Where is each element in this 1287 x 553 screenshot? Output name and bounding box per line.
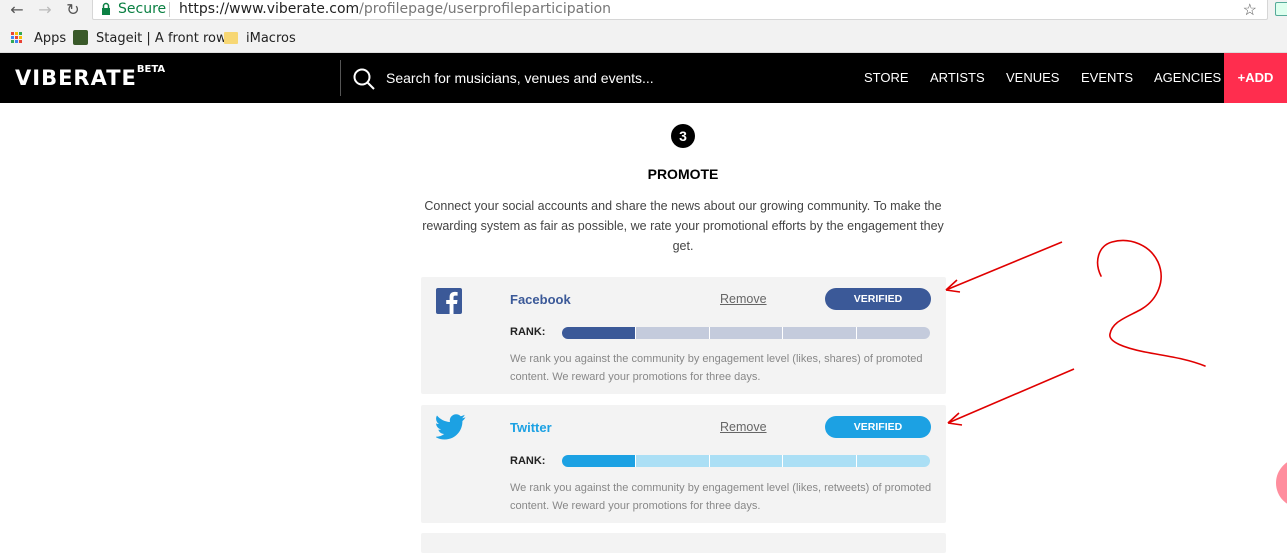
address-bar[interactable]: Secure https://www.viberate.com/profilep… xyxy=(92,0,1268,20)
bookmark-apps[interactable]: Apps xyxy=(34,31,66,46)
verified-button[interactable]: VERIFIED xyxy=(825,416,931,438)
rank-label: RANK: xyxy=(510,326,546,338)
url-host: https://www.viberate.com xyxy=(179,1,360,17)
verified-button[interactable]: VERIFIED xyxy=(825,288,931,310)
nav-venues[interactable]: VENUES xyxy=(1006,70,1059,85)
annotation-handwritten-two xyxy=(1096,239,1206,367)
secure-label: Secure xyxy=(118,1,167,17)
apps-grid-icon[interactable] xyxy=(11,32,23,44)
twitter-bird-icon xyxy=(436,414,466,440)
lock-icon xyxy=(102,2,110,15)
rank-segment-filled xyxy=(562,327,636,339)
folder-icon xyxy=(224,32,238,44)
browser-toolbar: ← → ↻ Secure https://www.viberate.com/pr… xyxy=(0,0,1287,24)
rank-segment-empty xyxy=(857,455,930,467)
bookmarks-bar: Apps Stageit | A front row s iMacros xyxy=(0,24,1287,53)
stageit-favicon-icon xyxy=(73,30,88,45)
step-number-badge: 3 xyxy=(671,124,695,148)
rank-segment-empty xyxy=(635,327,710,339)
nav-events[interactable]: EVENTS xyxy=(1081,70,1133,85)
section-description: Connect your social accounts and share t… xyxy=(422,199,944,253)
site-header: VIBERATEBETA Search for musicians, venue… xyxy=(0,53,1287,103)
annotation-arrow-1 xyxy=(945,241,1063,293)
social-card-facebook: Facebook Remove VERIFIED RANK: We rank y… xyxy=(421,277,946,394)
add-button[interactable]: +ADD xyxy=(1224,53,1287,103)
forward-icon[interactable]: → xyxy=(34,0,56,20)
logo-text: VIBERATE xyxy=(15,66,137,90)
rank-progress-bar xyxy=(562,455,930,467)
bookmark-star-icon[interactable]: ☆ xyxy=(1243,0,1257,20)
extension-icon[interactable] xyxy=(1275,2,1287,16)
url-text[interactable]: https://www.viberate.com/profilepage/use… xyxy=(179,1,611,17)
rank-segment-empty xyxy=(709,455,784,467)
search-icon[interactable] xyxy=(353,68,375,90)
network-name: Facebook xyxy=(510,292,571,307)
floating-chat-button[interactable] xyxy=(1276,458,1287,508)
back-icon[interactable]: ← xyxy=(6,0,28,20)
nav-agencies[interactable]: AGENCIES xyxy=(1154,70,1221,85)
nav-store[interactable]: STORE xyxy=(864,70,909,85)
section-title: PROMOTE xyxy=(647,166,719,182)
rank-segment-empty xyxy=(709,327,784,339)
reload-icon[interactable]: ↻ xyxy=(62,0,84,20)
rank-note: We rank you against the community by eng… xyxy=(510,353,923,383)
rank-segment-filled xyxy=(562,455,636,467)
header-divider xyxy=(340,60,341,96)
remove-link[interactable]: Remove xyxy=(720,292,767,306)
search-input[interactable]: Search for musicians, venues and events.… xyxy=(386,70,654,86)
rank-segment-empty xyxy=(783,327,858,339)
rank-note: We rank you against the community by eng… xyxy=(510,482,932,512)
bookmark-stageit[interactable]: Stageit | A front row s xyxy=(96,31,238,46)
remove-link[interactable]: Remove xyxy=(720,420,767,434)
rank-segment-empty xyxy=(635,455,710,467)
rank-segment-empty xyxy=(783,455,858,467)
viberate-logo[interactable]: VIBERATEBETA xyxy=(15,64,166,90)
rank-label: RANK: xyxy=(510,455,546,467)
facebook-icon xyxy=(436,288,462,314)
network-name: Twitter xyxy=(510,420,552,435)
bookmark-imacros[interactable]: iMacros xyxy=(246,31,296,46)
rank-segment-empty xyxy=(857,327,930,339)
social-card-next xyxy=(421,533,946,553)
nav-artists[interactable]: ARTISTS xyxy=(930,70,985,85)
address-divider xyxy=(169,2,170,17)
rank-progress-bar xyxy=(562,327,930,339)
url-path: /profilepage/userprofileparticipation xyxy=(359,1,612,17)
social-card-twitter: Twitter Remove VERIFIED RANK: We rank yo… xyxy=(421,405,946,523)
annotation-arrow-2 xyxy=(947,368,1075,426)
beta-badge: BETA xyxy=(136,64,166,75)
